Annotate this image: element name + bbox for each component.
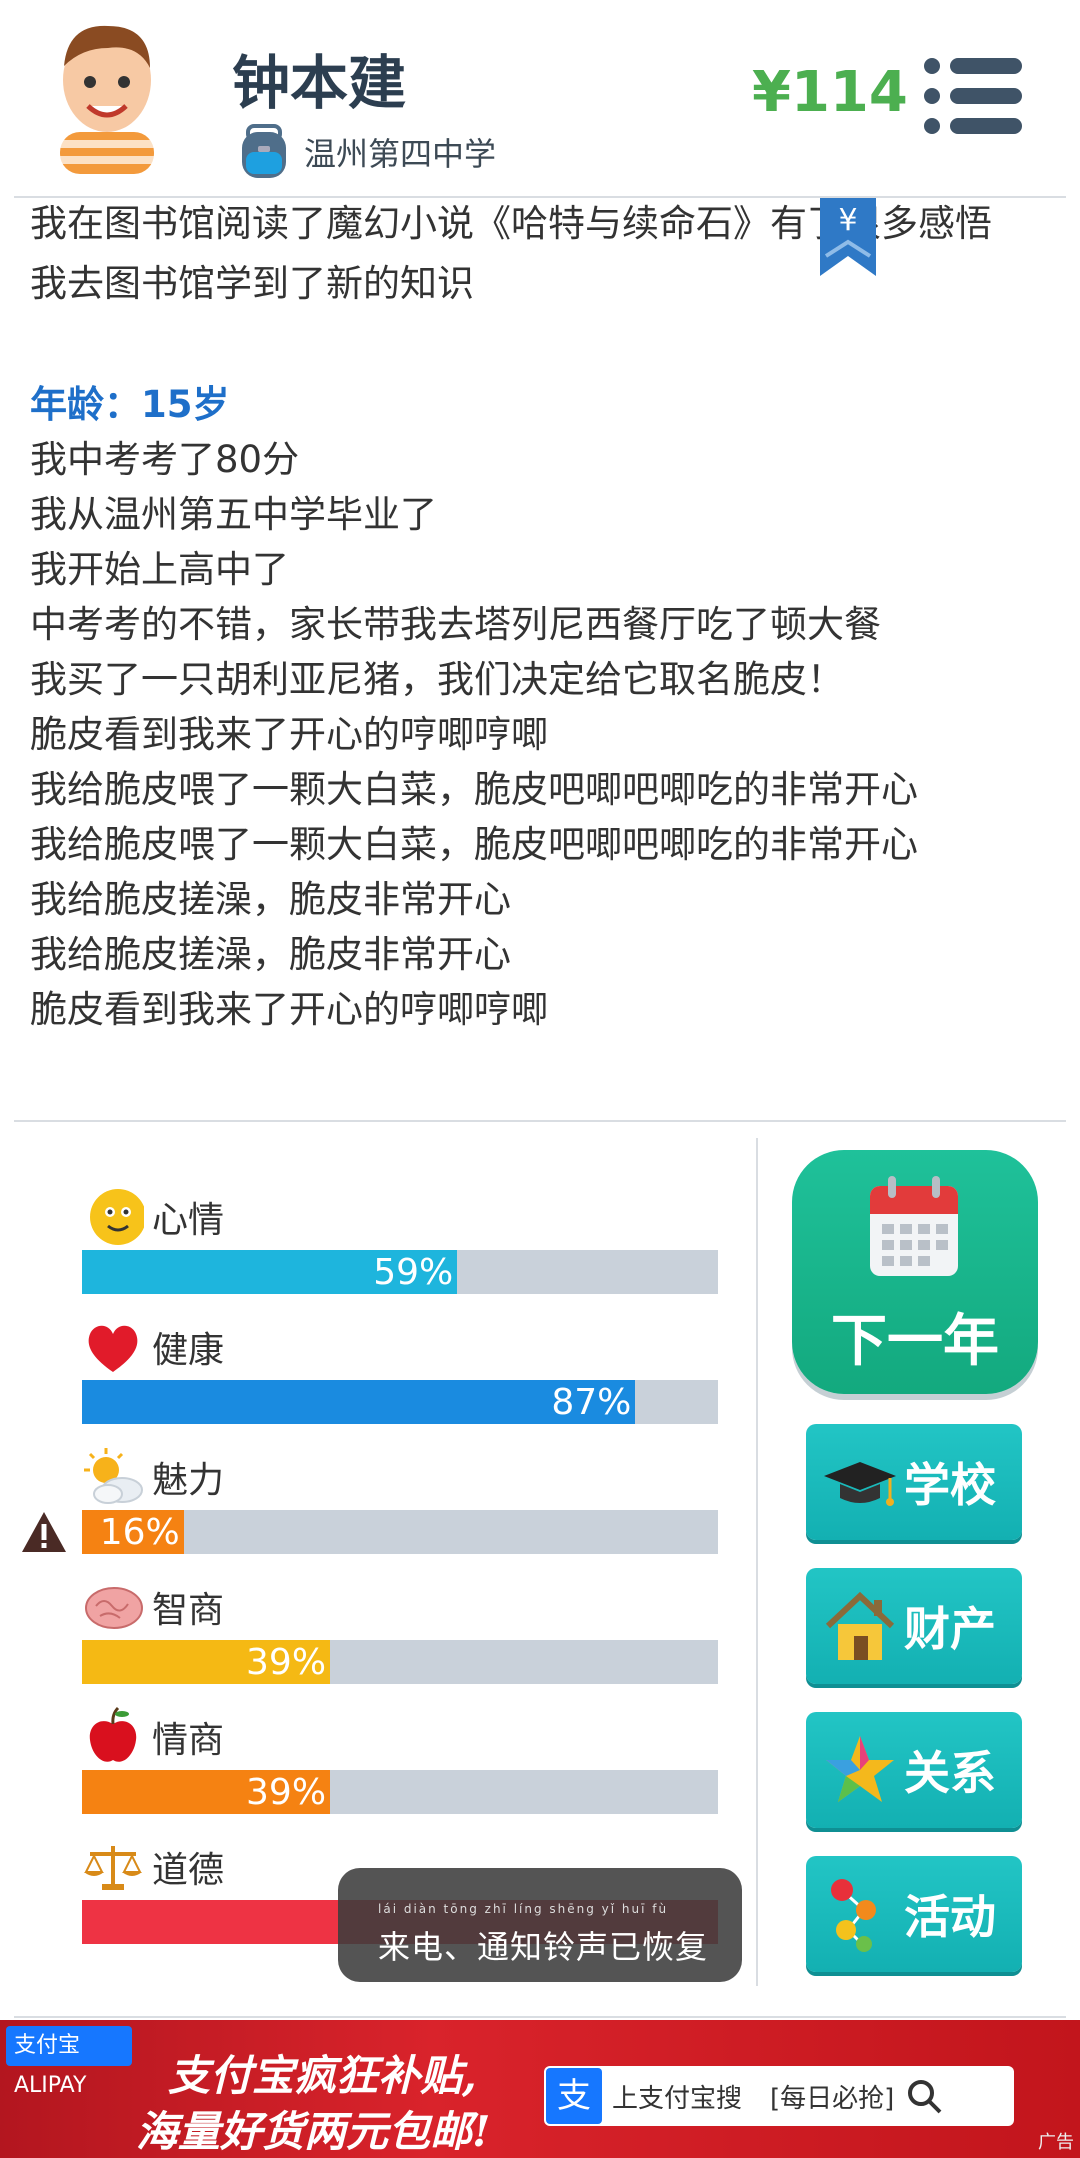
stat-bar: 87% (82, 1380, 718, 1424)
next-year-button[interactable]: 下一年 (792, 1150, 1038, 1394)
ad-banner[interactable]: 支付宝 ALIPAY 支付宝疯狂补贴, 海量好货两元包邮! 支 上支付宝搜 [每… (0, 2020, 1080, 2158)
stat-label: 健康 (152, 1330, 225, 1371)
stat-label: 智商 (152, 1590, 225, 1631)
stat-bar: 39% (82, 1640, 718, 1684)
log-line: 脆皮看到我来了开心的哼唧哼唧 (30, 988, 548, 1031)
calendar-icon (870, 1176, 958, 1276)
property-button[interactable]: 财产 (806, 1568, 1022, 1684)
graduation-cap-icon (824, 1462, 896, 1506)
search-icon (908, 2080, 942, 2114)
log-divider (14, 1120, 1066, 1122)
toast-notification: lái diàn tōng zhī líng shēng yǐ huī fù 来… (338, 1868, 742, 1982)
activities-button[interactable]: 活动 (806, 1856, 1022, 1972)
stat-eq: 情商 39% (82, 1706, 718, 1814)
stat-bar: 39% (82, 1770, 718, 1814)
log-line: 我从温州第五中学毕业了 (30, 493, 437, 536)
house-icon (825, 1591, 895, 1660)
ad-subline: 海量好货两元包邮! (136, 2107, 491, 2156)
ad-tag: 广告 (1038, 2132, 1074, 2153)
ad-divider (14, 2016, 1066, 2018)
stat-bar: 16% (82, 1510, 718, 1554)
log-line: 我给脆皮喂了一颗大白菜，脆皮吧唧吧唧吃的非常开心 (30, 768, 918, 811)
stat-value: 59% (373, 1252, 454, 1293)
alipay-icon: 支 (546, 2068, 602, 2124)
stat-label: 心情 (152, 1200, 225, 1241)
relations-label: 关系 (904, 1746, 996, 1800)
stat-value: 39% (246, 1642, 327, 1683)
player-name: 钟本建 (232, 49, 407, 117)
activities-label: 活动 (904, 1890, 996, 1944)
school-name: 温州第四中学 (304, 135, 497, 173)
star-icon (826, 1736, 894, 1802)
alipay-logo: 支付宝 ALIPAY (6, 2026, 132, 2098)
stat-label: 魅力 (152, 1460, 225, 1501)
money-ribbon-icon[interactable]: ¥ (820, 198, 876, 276)
brain-icon (85, 1587, 143, 1629)
stat-charm: 魅力 16% (82, 1446, 718, 1554)
ad-search-prefix: 上支付宝搜 (612, 2083, 743, 2114)
avatar[interactable] (42, 14, 172, 174)
menu-icon[interactable] (920, 56, 1024, 136)
school-label: 学校 (904, 1458, 996, 1512)
log-line: 我给脆皮搓澡，脆皮非常开心 (30, 933, 511, 976)
money-display: ¥114 (752, 60, 908, 125)
log-line: 脆皮看到我来了开心的哼唧哼唧 (30, 713, 548, 756)
toast-pinyin: lái diàn tōng zhī líng shēng yǐ huī fù (378, 1902, 669, 1916)
event-log[interactable]: 我在图书馆阅读了魔幻小说《哈特与续命石》有了很多感悟 我去图书馆学到了新的知识 … (30, 196, 1060, 1104)
log-line: 我开始上高中了 (30, 548, 289, 591)
stat-health: 健康 87% (82, 1316, 718, 1424)
ribbon-symbol: ¥ (838, 203, 857, 238)
relations-button[interactable]: 关系 (806, 1712, 1022, 1828)
stat-label: 情商 (152, 1720, 225, 1761)
heart-icon (88, 1325, 138, 1372)
age-heading: 年龄：15岁 (30, 383, 230, 426)
activity-dots-icon (831, 1879, 876, 1952)
log-line: 我中考考了80分 (30, 438, 300, 481)
stat-value: 16% (99, 1512, 180, 1553)
log-line: 中考考的不错，家长带我去塔列尼西餐厅吃了顿大餐 (30, 603, 881, 646)
log-line: 我去图书馆学到了新的知识 (30, 262, 474, 305)
warning-icon (22, 1512, 66, 1552)
ad-headline: 支付宝疯狂补贴, (168, 2051, 477, 2100)
ad-search-box[interactable]: 支 上支付宝搜 [每日必抢] (544, 2066, 1014, 2126)
profile-header: 钟本建 温州第四中学 ¥114 (0, 0, 1080, 196)
scales-icon (84, 1846, 142, 1890)
property-label: 财产 (904, 1602, 996, 1656)
stat-bar: 59% (82, 1250, 718, 1294)
stat-mood: 心情 59% (82, 1186, 718, 1294)
toast-text: 来电、通知铃声已恢复 (378, 1928, 709, 1966)
school-button[interactable]: 学校 (806, 1424, 1022, 1540)
apple-icon (89, 1706, 137, 1762)
log-line: 我给脆皮喂了一颗大白菜，脆皮吧唧吧唧吃的非常开心 (30, 823, 918, 866)
log-line: 我在图书馆阅读了魔幻小说《哈特与续命石》有了很多感悟 (30, 202, 992, 245)
next-year-label: 下一年 (831, 1309, 999, 1374)
log-line: 我买了一只胡利亚尼猪，我们决定给它取名脆皮！ (30, 658, 844, 701)
stat-iq: 智商 39% (82, 1576, 718, 1684)
weather-icon (84, 1448, 143, 1504)
log-line: 我给脆皮搓澡，脆皮非常开心 (30, 878, 511, 921)
stats-divider (756, 1138, 758, 1986)
school-info: 温州第四中学 (236, 122, 496, 182)
backpack-icon (242, 124, 286, 178)
smiley-icon (90, 1189, 144, 1245)
ad-search-keyword: [每日必抢] (770, 2083, 895, 2114)
stat-value: 87% (551, 1382, 632, 1423)
stat-label: 道德 (152, 1850, 225, 1891)
stat-value: 39% (246, 1772, 327, 1813)
